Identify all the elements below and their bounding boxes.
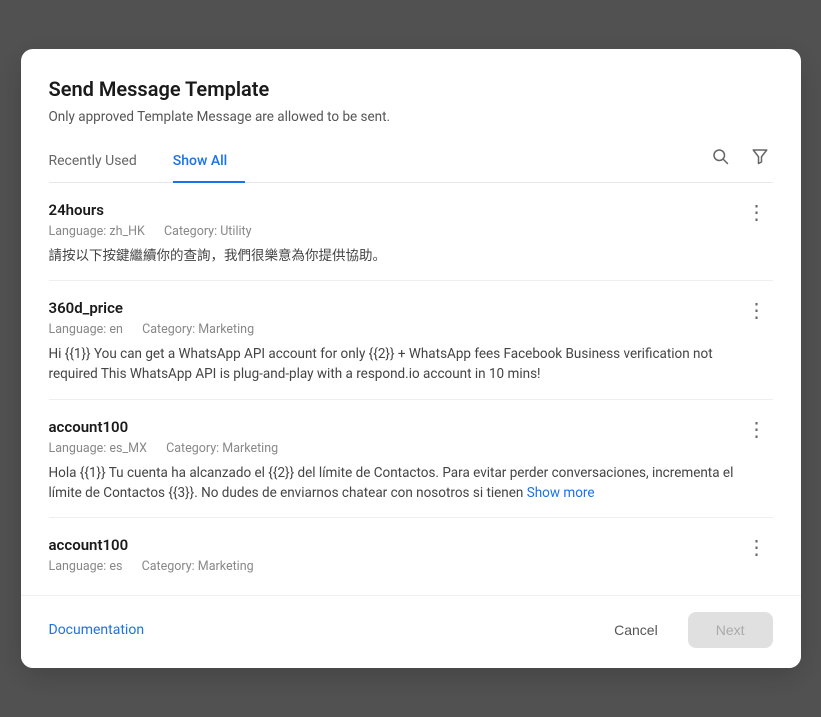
tab-show-all[interactable]: Show All xyxy=(173,143,246,183)
tabs-container: Recently Used Show All xyxy=(49,143,264,182)
template-more-button[interactable]: ⋮ xyxy=(741,201,773,225)
modal-footer: Documentation Cancel Next xyxy=(21,595,801,668)
modal-overlay: Send Message Template Only approved Temp… xyxy=(0,0,821,717)
cancel-button[interactable]: Cancel xyxy=(596,614,676,646)
template-body: Hi {{1}} You can get a WhatsApp API acco… xyxy=(49,344,773,385)
template-meta: Language: es Category: Marketing xyxy=(49,559,773,574)
template-list: 24hours Language: zh_HK Category: Utilit… xyxy=(21,183,801,595)
search-button[interactable] xyxy=(707,145,733,172)
template-category: Category: Utility xyxy=(164,224,252,239)
template-language: Language: es xyxy=(49,559,123,574)
template-item: account100 Language: es Category: Market… xyxy=(49,518,773,595)
template-name: account100 xyxy=(49,536,773,554)
template-category: Category: Marketing xyxy=(166,441,278,456)
tab-recently-used[interactable]: Recently Used xyxy=(49,143,155,183)
filter-icon xyxy=(751,147,769,170)
template-more-button[interactable]: ⋮ xyxy=(741,299,773,323)
template-item: account100 Language: es_MX Category: Mar… xyxy=(49,400,773,519)
template-meta: Language: zh_HK Category: Utility xyxy=(49,224,773,239)
template-name: 360d_price xyxy=(49,299,773,317)
tabs-row: Recently Used Show All xyxy=(49,143,773,183)
documentation-link[interactable]: Documentation xyxy=(49,622,145,638)
template-category: Category: Marketing xyxy=(142,322,254,337)
next-button[interactable]: Next xyxy=(688,612,773,648)
template-item: 360d_price Language: en Category: Market… xyxy=(49,281,773,400)
template-name: account100 xyxy=(49,418,773,436)
show-more-link[interactable]: Show more xyxy=(527,485,595,501)
template-meta: Language: en Category: Marketing xyxy=(49,322,773,337)
modal-title: Send Message Template xyxy=(49,77,773,101)
template-body: Hola {{1}} Tu cuenta ha alcanzado el {{2… xyxy=(49,463,773,504)
template-language: Language: zh_HK xyxy=(49,224,145,239)
template-item: 24hours Language: zh_HK Category: Utilit… xyxy=(49,183,773,281)
modal-subtitle: Only approved Template Message are allow… xyxy=(49,109,773,125)
template-name: 24hours xyxy=(49,201,773,219)
tab-icons xyxy=(707,145,773,180)
template-language: Language: es_MX xyxy=(49,441,148,456)
template-language: Language: en xyxy=(49,322,123,337)
modal-header: Send Message Template Only approved Temp… xyxy=(21,49,801,183)
send-message-template-modal: Send Message Template Only approved Temp… xyxy=(21,49,801,668)
footer-actions: Cancel Next xyxy=(596,612,772,648)
search-icon xyxy=(711,147,729,170)
template-meta: Language: es_MX Category: Marketing xyxy=(49,441,773,456)
template-more-button[interactable]: ⋮ xyxy=(741,418,773,442)
template-body: 請按以下按鍵繼續你的查詢，我們很樂意為你提供協助。 xyxy=(49,246,773,266)
template-more-button[interactable]: ⋮ xyxy=(741,536,773,560)
filter-button[interactable] xyxy=(747,145,773,172)
template-category: Category: Marketing xyxy=(142,559,254,574)
